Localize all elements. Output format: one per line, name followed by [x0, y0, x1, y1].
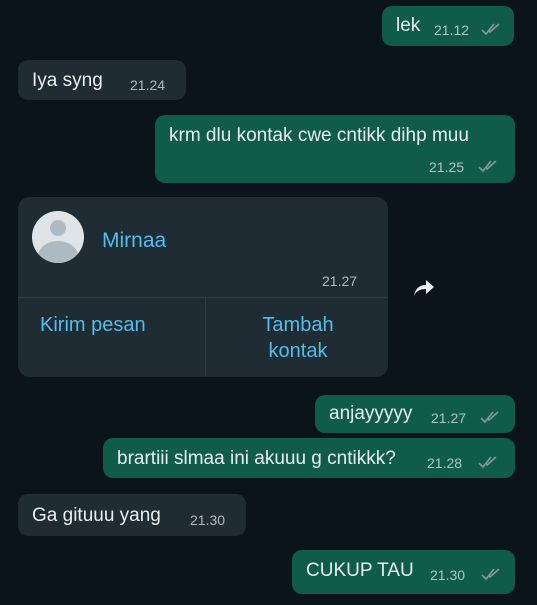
add-contact-button[interactable]: Tambah kontak — [248, 312, 348, 364]
contact-name: Mirnaa — [102, 229, 167, 252]
message-bubble-outgoing[interactable]: krm dlu kontak cwe cntikk dihp muu 21.25 — [155, 115, 515, 183]
contact-card-actions: Kirim pesan Tambah kontak — [18, 297, 388, 377]
message-text: brartiii slmaa ini akuuu g cntikkk? — [117, 448, 396, 469]
divider — [205, 298, 206, 377]
message-time: 21.24 — [130, 77, 166, 93]
contact-card[interactable]: Mirnaa 21.27 Kirim pesan Tambah kontak — [18, 197, 388, 377]
message-bubble-outgoing[interactable]: brartiii slmaa ini akuuu g cntikkk? 21.2… — [103, 438, 515, 478]
message-bubble-incoming[interactable]: Iya syng 21.24 — [18, 60, 186, 100]
message-bubble-incoming[interactable]: Ga gituuu yang 21.30 — [18, 494, 246, 536]
message-time: 21.27 — [322, 273, 358, 289]
read-ticks-icon — [477, 455, 499, 469]
message-time: 21.28 — [427, 455, 463, 471]
message-text: Ga gituuu yang — [32, 505, 161, 526]
read-ticks-icon — [480, 22, 502, 36]
message-bubble-outgoing[interactable]: lek 21.12 — [382, 6, 514, 46]
message-bubble-outgoing[interactable]: CUKUP TAU 21.30 — [292, 550, 515, 594]
message-text: CUKUP TAU — [306, 560, 414, 581]
message-time: 21.27 — [431, 410, 467, 426]
message-time: 21.30 — [430, 567, 466, 583]
share-forward-icon[interactable] — [412, 278, 436, 298]
message-time: 21.30 — [190, 512, 226, 528]
avatar — [32, 211, 84, 263]
read-ticks-icon — [479, 410, 501, 424]
send-message-button[interactable]: Kirim pesan — [40, 312, 146, 338]
message-text: anjayyyyy — [329, 403, 413, 424]
read-ticks-icon — [477, 159, 499, 173]
message-text: krm dlu kontak cwe cntikk dihp muu — [169, 125, 469, 146]
message-time: 21.12 — [434, 22, 470, 38]
message-text: lek — [396, 15, 421, 36]
message-time: 21.25 — [429, 159, 465, 175]
read-ticks-icon — [480, 567, 502, 581]
message-text: Iya syng — [32, 70, 103, 91]
message-bubble-outgoing[interactable]: anjayyyyy 21.27 — [315, 395, 515, 433]
